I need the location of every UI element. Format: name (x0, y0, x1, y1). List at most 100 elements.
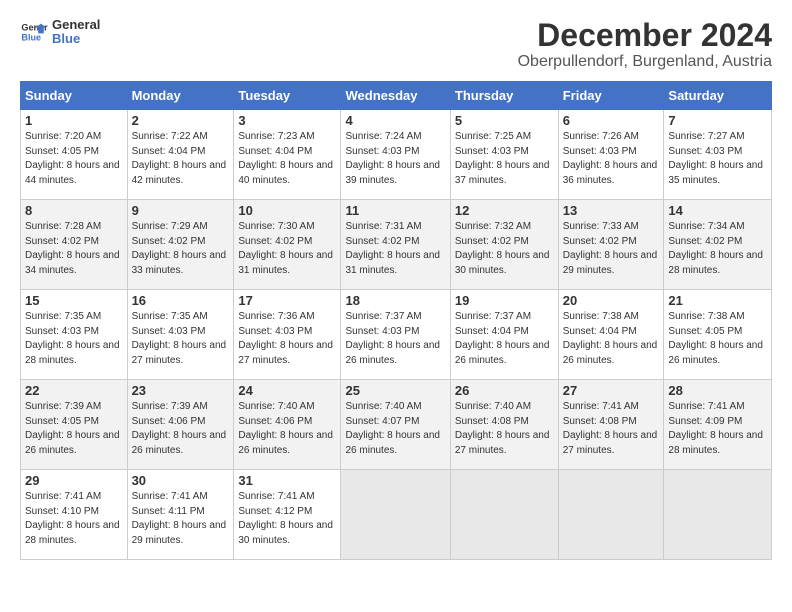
col-header-tuesday: Tuesday (234, 82, 341, 110)
day-cell (558, 470, 664, 560)
day-info: Sunrise: 7:25 AM Sunset: 4:03 PM Dayligh… (455, 131, 550, 186)
day-cell: 21 Sunrise: 7:38 AM Sunset: 4:05 PM Dayli… (664, 290, 772, 380)
title-block: December 2024 Oberpullendorf, Burgenland… (518, 18, 772, 71)
day-number: 24 (238, 383, 336, 398)
day-info: Sunrise: 7:40 AM Sunset: 4:08 PM Dayligh… (455, 401, 550, 456)
day-number: 20 (563, 293, 660, 308)
day-info: Sunrise: 7:39 AM Sunset: 4:06 PM Dayligh… (132, 401, 227, 456)
week-row-1: 8 Sunrise: 7:28 AM Sunset: 4:02 PM Daylig… (21, 200, 772, 290)
day-info: Sunrise: 7:36 AM Sunset: 4:03 PM Dayligh… (238, 311, 333, 366)
day-cell: 8 Sunrise: 7:28 AM Sunset: 4:02 PM Daylig… (21, 200, 128, 290)
day-info: Sunrise: 7:40 AM Sunset: 4:07 PM Dayligh… (345, 401, 440, 456)
day-info: Sunrise: 7:35 AM Sunset: 4:03 PM Dayligh… (25, 311, 120, 366)
day-number: 18 (345, 293, 445, 308)
day-info: Sunrise: 7:22 AM Sunset: 4:04 PM Dayligh… (132, 131, 227, 186)
col-header-sunday: Sunday (21, 82, 128, 110)
day-number: 19 (455, 293, 554, 308)
day-info: Sunrise: 7:38 AM Sunset: 4:04 PM Dayligh… (563, 311, 658, 366)
day-cell: 6 Sunrise: 7:26 AM Sunset: 4:03 PM Daylig… (558, 110, 664, 200)
day-number: 16 (132, 293, 230, 308)
day-cell: 23 Sunrise: 7:39 AM Sunset: 4:06 PM Dayli… (127, 380, 234, 470)
day-info: Sunrise: 7:34 AM Sunset: 4:02 PM Dayligh… (668, 221, 763, 276)
day-number: 1 (25, 113, 123, 128)
week-row-3: 22 Sunrise: 7:39 AM Sunset: 4:05 PM Dayli… (21, 380, 772, 470)
day-number: 14 (668, 203, 767, 218)
logo: General Blue General Blue (20, 18, 100, 47)
day-info: Sunrise: 7:26 AM Sunset: 4:03 PM Dayligh… (563, 131, 658, 186)
day-number: 6 (563, 113, 660, 128)
day-info: Sunrise: 7:33 AM Sunset: 4:02 PM Dayligh… (563, 221, 658, 276)
col-header-wednesday: Wednesday (341, 82, 450, 110)
day-info: Sunrise: 7:41 AM Sunset: 4:08 PM Dayligh… (563, 401, 658, 456)
day-cell: 16 Sunrise: 7:35 AM Sunset: 4:03 PM Dayli… (127, 290, 234, 380)
logo-icon: General Blue (20, 18, 48, 46)
header-row: SundayMondayTuesdayWednesdayThursdayFrid… (21, 82, 772, 110)
day-number: 3 (238, 113, 336, 128)
day-cell (664, 470, 772, 560)
day-cell: 5 Sunrise: 7:25 AM Sunset: 4:03 PM Daylig… (450, 110, 558, 200)
week-row-4: 29 Sunrise: 7:41 AM Sunset: 4:10 PM Dayli… (21, 470, 772, 560)
day-cell (450, 470, 558, 560)
day-info: Sunrise: 7:27 AM Sunset: 4:03 PM Dayligh… (668, 131, 763, 186)
day-number: 23 (132, 383, 230, 398)
day-cell: 4 Sunrise: 7:24 AM Sunset: 4:03 PM Daylig… (341, 110, 450, 200)
day-number: 30 (132, 473, 230, 488)
day-cell: 22 Sunrise: 7:39 AM Sunset: 4:05 PM Dayli… (21, 380, 128, 470)
logo-line2: Blue (52, 32, 100, 46)
day-info: Sunrise: 7:23 AM Sunset: 4:04 PM Dayligh… (238, 131, 333, 186)
day-info: Sunrise: 7:40 AM Sunset: 4:06 PM Dayligh… (238, 401, 333, 456)
calendar-table: SundayMondayTuesdayWednesdayThursdayFrid… (20, 81, 772, 560)
day-number: 27 (563, 383, 660, 398)
day-number: 26 (455, 383, 554, 398)
day-info: Sunrise: 7:30 AM Sunset: 4:02 PM Dayligh… (238, 221, 333, 276)
day-info: Sunrise: 7:28 AM Sunset: 4:02 PM Dayligh… (25, 221, 120, 276)
day-number: 13 (563, 203, 660, 218)
col-header-monday: Monday (127, 82, 234, 110)
day-cell: 9Sunrise: 7:29 AM Sunset: 4:02 PM Daylig… (127, 200, 234, 290)
day-number: 22 (25, 383, 123, 398)
day-number: 9 (132, 203, 230, 218)
day-cell: 18 Sunrise: 7:37 AM Sunset: 4:03 PM Dayli… (341, 290, 450, 380)
day-cell: 2Sunrise: 7:22 AM Sunset: 4:04 PM Daylig… (127, 110, 234, 200)
day-info: Sunrise: 7:37 AM Sunset: 4:03 PM Dayligh… (345, 311, 440, 366)
day-info: Sunrise: 7:41 AM Sunset: 4:10 PM Dayligh… (25, 491, 120, 546)
day-cell: 14 Sunrise: 7:34 AM Sunset: 4:02 PM Dayli… (664, 200, 772, 290)
day-number: 15 (25, 293, 123, 308)
day-info: Sunrise: 7:20 AM Sunset: 4:05 PM Dayligh… (25, 131, 120, 186)
svg-text:Blue: Blue (21, 33, 41, 43)
day-cell: 12Sunrise: 7:32 AM Sunset: 4:02 PM Dayli… (450, 200, 558, 290)
col-header-friday: Friday (558, 82, 664, 110)
day-number: 8 (25, 203, 123, 218)
week-row-2: 15 Sunrise: 7:35 AM Sunset: 4:03 PM Dayli… (21, 290, 772, 380)
day-cell: 3 Sunrise: 7:23 AM Sunset: 4:04 PM Daylig… (234, 110, 341, 200)
day-number: 17 (238, 293, 336, 308)
day-number: 10 (238, 203, 336, 218)
day-cell: 26 Sunrise: 7:40 AM Sunset: 4:08 PM Dayli… (450, 380, 558, 470)
day-cell: 1 Sunrise: 7:20 AM Sunset: 4:05 PM Daylig… (21, 110, 128, 200)
day-cell (341, 470, 450, 560)
day-info: Sunrise: 7:39 AM Sunset: 4:05 PM Dayligh… (25, 401, 120, 456)
day-cell: 27 Sunrise: 7:41 AM Sunset: 4:08 PM Dayli… (558, 380, 664, 470)
col-header-thursday: Thursday (450, 82, 558, 110)
day-number: 4 (345, 113, 445, 128)
day-number: 5 (455, 113, 554, 128)
day-number: 11 (345, 203, 445, 218)
day-info: Sunrise: 7:38 AM Sunset: 4:05 PM Dayligh… (668, 311, 763, 366)
day-number: 21 (668, 293, 767, 308)
day-info: Sunrise: 7:24 AM Sunset: 4:03 PM Dayligh… (345, 131, 440, 186)
day-cell: 24 Sunrise: 7:40 AM Sunset: 4:06 PM Dayli… (234, 380, 341, 470)
day-info: Sunrise: 7:31 AM Sunset: 4:02 PM Dayligh… (345, 221, 440, 276)
day-cell: 10 Sunrise: 7:30 AM Sunset: 4:02 PM Dayli… (234, 200, 341, 290)
location-title: Oberpullendorf, Burgenland, Austria (518, 53, 772, 71)
day-cell: 29 Sunrise: 7:41 AM Sunset: 4:10 PM Dayli… (21, 470, 128, 560)
day-cell: 25 Sunrise: 7:40 AM Sunset: 4:07 PM Dayli… (341, 380, 450, 470)
day-info: Sunrise: 7:35 AM Sunset: 4:03 PM Dayligh… (132, 311, 227, 366)
day-cell: 20 Sunrise: 7:38 AM Sunset: 4:04 PM Dayli… (558, 290, 664, 380)
day-number: 7 (668, 113, 767, 128)
day-number: 25 (345, 383, 445, 398)
day-number: 29 (25, 473, 123, 488)
day-cell: 28Sunrise: 7:41 AM Sunset: 4:09 PM Dayli… (664, 380, 772, 470)
logo-line1: General (52, 18, 100, 32)
header: General Blue General Blue December 2024 … (20, 18, 772, 71)
day-info: Sunrise: 7:41 AM Sunset: 4:09 PM Dayligh… (668, 401, 763, 456)
